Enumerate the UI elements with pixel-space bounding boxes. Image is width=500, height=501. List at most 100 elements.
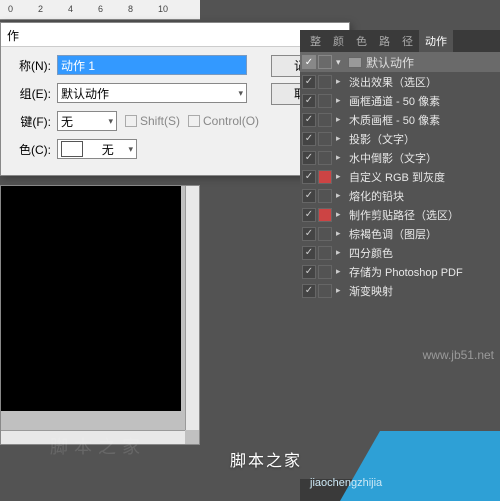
action-row[interactable]: ✓ ▸投影（文字） [300,129,500,148]
group-select[interactable]: 默认动作 ▾ [57,83,247,103]
toggle-dialog-icon[interactable] [318,55,332,69]
color-label: 色(C): [9,141,51,158]
expand-icon[interactable]: ▸ [336,133,346,144]
check-icon[interactable]: ✓ [302,170,316,184]
watermark-text: 脚本之家 [230,447,302,471]
check-icon[interactable]: ✓ [302,75,316,89]
action-name: 淡出效果（选区） [349,74,437,90]
toggle-dialog-icon[interactable] [318,75,332,89]
toggle-dialog-icon[interactable] [318,265,332,279]
action-name: 自定义 RGB 到灰度 [349,169,445,185]
tab-item[interactable]: 色 [350,30,373,52]
new-action-dialog: 作 × 记录 取消 称(N): 组(E): 默认动作 ▾ 键(F): 无 ▾ S… [0,22,350,176]
expand-icon[interactable]: ▸ [336,247,346,258]
check-icon[interactable]: ✓ [302,113,316,127]
key-value: 无 [61,113,73,130]
check-icon[interactable]: ✓ [302,94,316,108]
check-icon[interactable]: ✓ [302,265,316,279]
shift-checkbox[interactable]: Shift(S) [125,114,180,128]
expand-icon[interactable]: ▸ [336,209,346,220]
vertical-scrollbar[interactable] [185,186,199,430]
check-icon[interactable]: ✓ [302,246,316,260]
toggle-dialog-icon[interactable] [318,284,332,298]
action-name: 制作剪贴路径（选区） [349,207,459,223]
check-icon[interactable]: ✓ [302,55,316,69]
toggle-dialog-icon[interactable] [318,246,332,260]
action-list: ✓ ▾ 默认动作 ✓▸淡出效果（选区）✓▸画框通道 - 50 像素✓▸木质画框 … [300,52,500,300]
tab-item[interactable]: 径 [396,30,419,52]
toggle-dialog-icon[interactable] [318,189,332,203]
action-row[interactable]: ✓ ▸渐变映射 [300,281,500,300]
action-name: 棕褐色调（图层） [349,226,437,242]
chevron-down-icon: ▾ [108,116,113,127]
expand-icon[interactable]: ▸ [336,76,346,87]
expand-icon[interactable]: ▸ [336,285,346,296]
color-select[interactable]: 无 ▾ [57,139,137,159]
action-set-row[interactable]: ✓ ▾ 默认动作 [300,52,500,72]
toggle-dialog-icon[interactable] [318,132,332,146]
canvas-content [1,186,181,411]
dialog-titlebar[interactable]: 作 × [1,23,349,47]
horizontal-ruler: 0246810 [0,0,200,20]
expand-icon[interactable]: ▾ [336,57,346,68]
action-row[interactable]: ✓ ▸画框通道 - 50 像素 [300,91,500,110]
expand-icon[interactable]: ▸ [336,152,346,163]
color-value: 无 [102,141,114,158]
expand-icon[interactable]: ▸ [336,190,346,201]
expand-icon[interactable]: ▸ [336,114,346,125]
check-icon[interactable]: ✓ [302,189,316,203]
expand-icon[interactable]: ▸ [336,171,346,182]
tab-item[interactable]: 颜 [327,30,350,52]
toggle-dialog-icon[interactable] [318,151,332,165]
folder-icon [348,57,362,68]
action-name: 四分颜色 [349,245,393,261]
panel-tabs[interactable]: 整 颜 色 路 径 动作 [300,30,500,52]
action-row[interactable]: ✓ ▸制作剪贴路径（选区） [300,205,500,224]
action-row[interactable]: ✓ ▸熔化的铅块 [300,186,500,205]
action-name: 水中倒影（文字） [349,150,437,166]
tab-item[interactable]: 路 [373,30,396,52]
check-icon[interactable]: ✓ [302,132,316,146]
watermark-sub: jiaochengzhijia [310,477,382,489]
toggle-dialog-icon[interactable] [318,170,332,184]
action-row[interactable]: ✓ ▸棕褐色调（图层） [300,224,500,243]
action-row[interactable]: ✓ ▸木质画框 - 50 像素 [300,110,500,129]
group-label: 组(E): [9,85,51,102]
watermark-ghost: 脚本之家 [50,433,146,459]
chevron-down-icon: ▾ [128,144,133,155]
document-canvas[interactable] [0,185,200,445]
tab-item[interactable]: 整 [304,30,327,52]
check-icon[interactable]: ✓ [302,227,316,241]
chevron-down-icon: ▾ [238,88,243,99]
check-icon[interactable]: ✓ [302,208,316,222]
toggle-dialog-icon[interactable] [318,227,332,241]
tab-actions[interactable]: 动作 [419,30,453,52]
expand-icon[interactable]: ▸ [336,228,346,239]
toggle-dialog-icon[interactable] [318,94,332,108]
expand-icon[interactable]: ▸ [336,95,346,106]
expand-icon[interactable]: ▸ [336,266,346,277]
action-row[interactable]: ✓ ▸存储为 Photoshop PDF [300,262,500,281]
color-swatch [61,141,83,157]
name-label: 称(N): [9,57,51,74]
site-watermark: www.jb51.net [423,348,494,362]
toggle-dialog-icon[interactable] [318,208,332,222]
action-name: 渐变映射 [349,283,393,299]
action-row[interactable]: ✓ ▸四分颜色 [300,243,500,262]
check-icon[interactable]: ✓ [302,284,316,298]
dialog-title: 作 [7,29,19,43]
name-input[interactable] [57,55,247,75]
key-select[interactable]: 无 ▾ [57,111,117,131]
action-set-name: 默认动作 [366,54,414,71]
action-name: 存储为 Photoshop PDF [349,264,463,280]
action-name: 画框通道 - 50 像素 [349,93,440,109]
control-checkbox[interactable]: Control(O) [188,114,259,128]
action-name: 熔化的铅块 [349,188,404,204]
check-icon[interactable]: ✓ [302,151,316,165]
action-name: 投影（文字） [349,131,415,147]
action-name: 木质画框 - 50 像素 [349,112,440,128]
toggle-dialog-icon[interactable] [318,113,332,127]
action-row[interactable]: ✓ ▸淡出效果（选区） [300,72,500,91]
action-row[interactable]: ✓ ▸自定义 RGB 到灰度 [300,167,500,186]
action-row[interactable]: ✓ ▸水中倒影（文字） [300,148,500,167]
